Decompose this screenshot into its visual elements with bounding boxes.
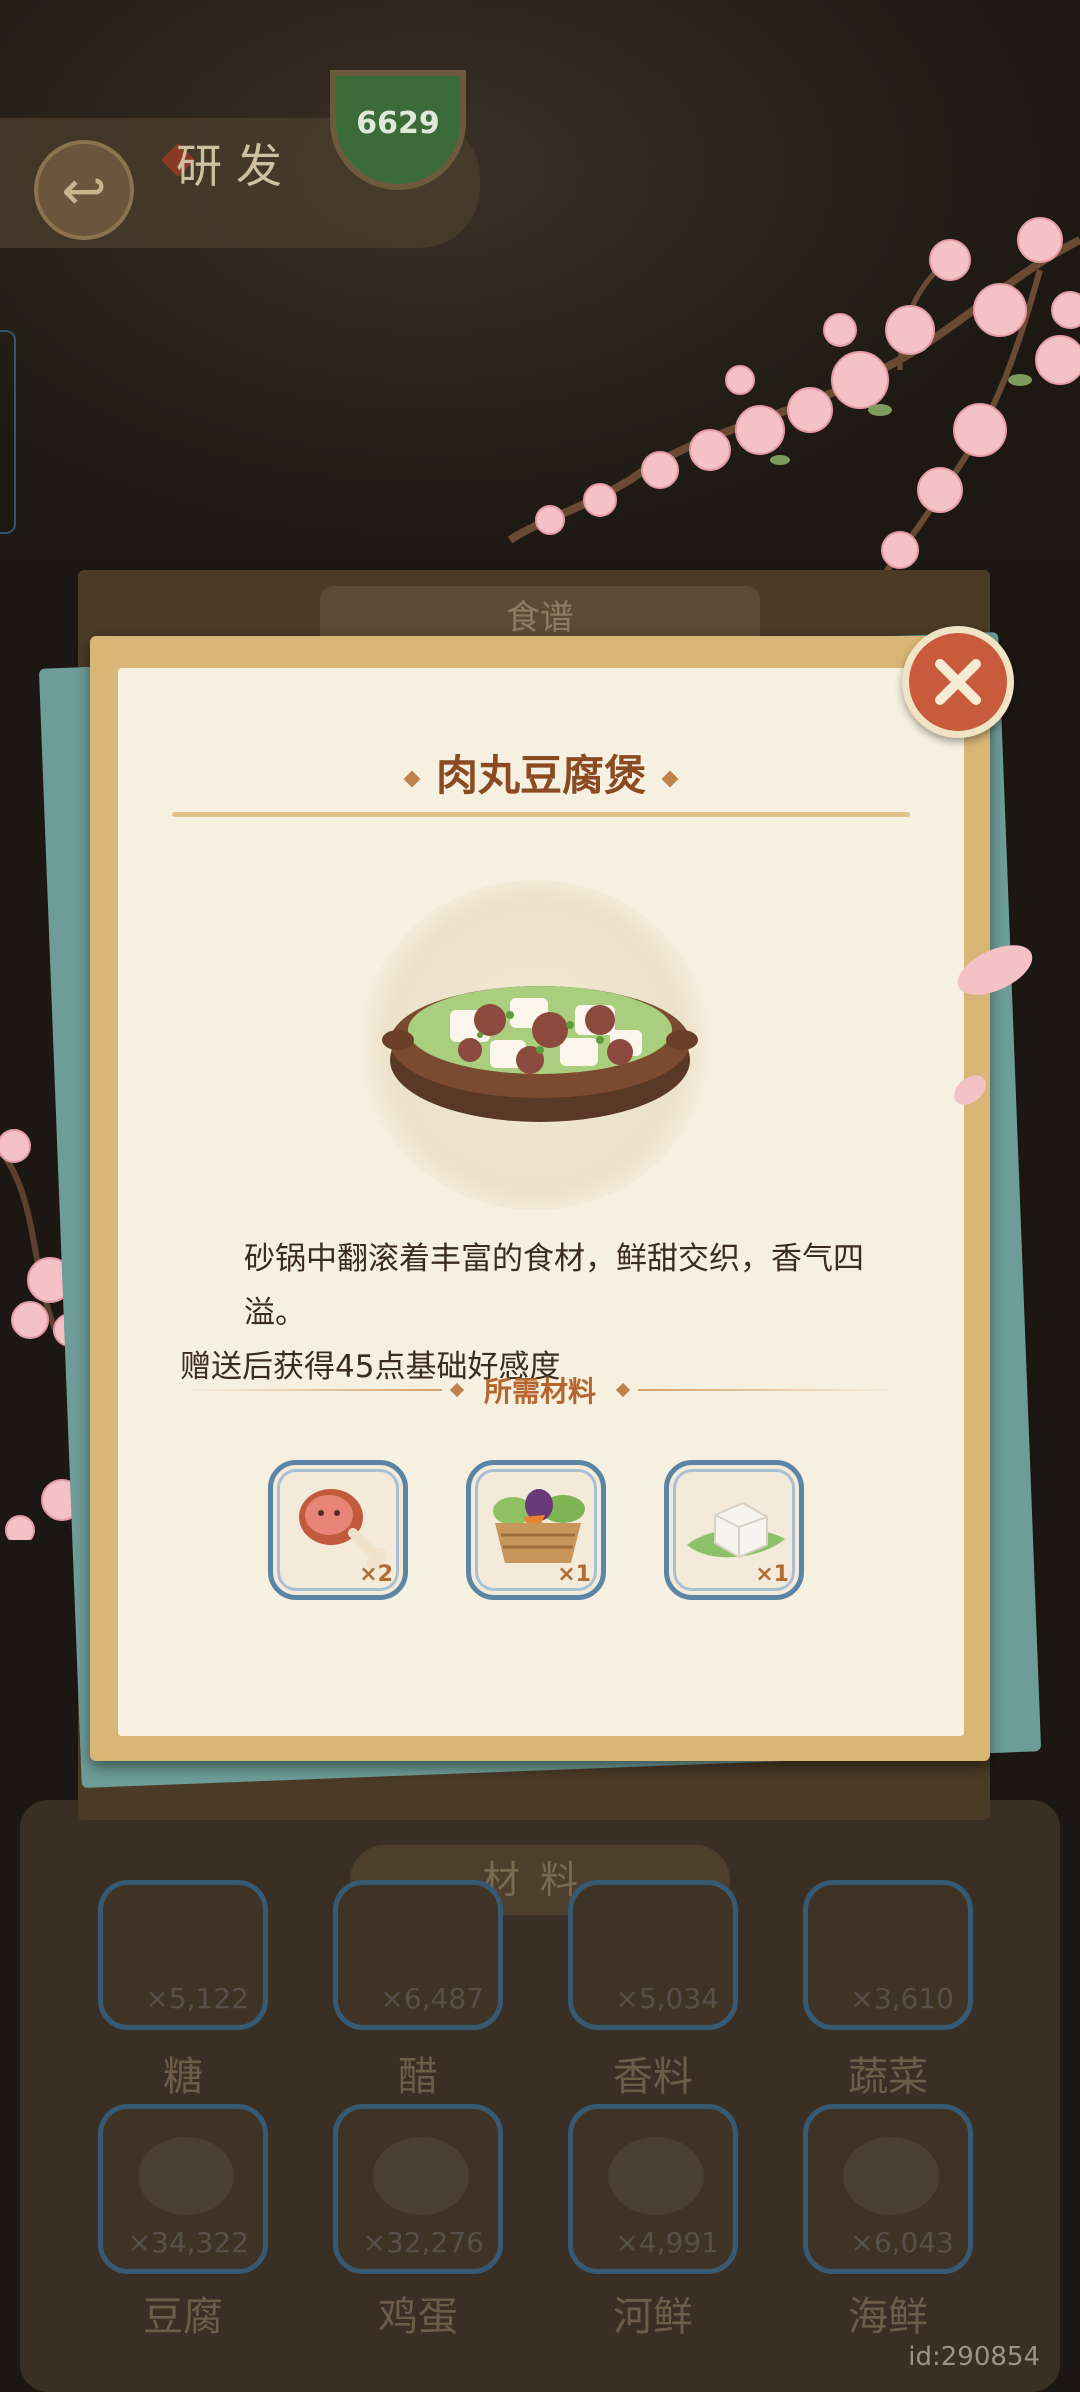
egg-icon <box>373 2137 469 2215</box>
ingredient-qty: ×1 <box>557 1562 591 1587</box>
recipe-name: 肉丸豆腐煲 <box>435 751 646 800</box>
divider-line <box>638 1389 901 1391</box>
fish-icon <box>608 2137 704 2215</box>
material-count: ×32,276 <box>362 2226 484 2259</box>
material-cell-river-fish[interactable]: ×4,991 <box>568 2104 738 2274</box>
dish-frame <box>360 880 710 1210</box>
ingredient-slot-meat[interactable]: ×2 <box>268 1460 408 1600</box>
title-diamond-icon <box>661 770 679 788</box>
back-arrow-icon: ↩ <box>61 158 107 222</box>
material-name: 豆腐 <box>143 2294 223 2340</box>
material-count: ×34,322 <box>127 2226 249 2259</box>
material-cell-egg[interactable]: ×32,276 <box>333 2104 503 2274</box>
material-count: ×5,122 <box>145 1982 249 2015</box>
background-scene <box>0 0 1080 560</box>
material-cell-tofu[interactable]: ×34,322 <box>98 2104 268 2274</box>
tofu-leaf-icon <box>687 1501 785 1559</box>
material-count: ×5,034 <box>615 1982 719 2015</box>
back-button[interactable]: ↩ <box>34 140 134 240</box>
tofu-icon <box>138 2137 234 2215</box>
meatball-tofu-pot-icon <box>382 986 698 1122</box>
ingredient-slot-tofu[interactable]: ×1 <box>664 1460 804 1600</box>
requirements-label: 所需材料 <box>484 1375 597 1408</box>
title-diamond-icon <box>403 770 421 788</box>
material-cell-seafood[interactable]: ×6,043 <box>803 2104 973 2274</box>
material-cell-vegetable[interactable]: ×3,610 <box>803 1880 973 2030</box>
material-name: 香料 <box>613 2054 693 2100</box>
material-name: 糖 <box>163 2054 203 2100</box>
material-name: 海鲜 <box>848 2294 928 2340</box>
close-icon <box>935 659 981 705</box>
id-label: id:290854 <box>908 2342 1040 2372</box>
divider-line <box>180 1389 442 1391</box>
material-count: ×4,991 <box>615 2226 719 2259</box>
requirements-divider: 所需材料 <box>180 1368 901 1412</box>
divider-diamond-icon <box>449 1382 465 1398</box>
material-cell-sugar[interactable]: ×5,122 <box>98 1880 268 2030</box>
material-name: 醋 <box>398 2054 438 2100</box>
page-title: 研发 <box>176 139 296 193</box>
title-divider <box>172 812 910 817</box>
material-name: 蔬菜 <box>848 2054 928 2100</box>
divider-diamond-icon <box>615 1382 631 1398</box>
material-count: ×6,043 <box>850 2226 954 2259</box>
meat-drumstick-icon <box>299 1489 387 1570</box>
close-button[interactable] <box>902 626 1014 738</box>
ingredient-slot-vegetables[interactable]: ×1 <box>466 1460 606 1600</box>
material-name: 鸡蛋 <box>378 2294 458 2340</box>
material-cell-spice[interactable]: ×5,034 <box>568 1880 738 2030</box>
ingredient-qty: ×2 <box>359 1562 393 1587</box>
vegetable-basket-icon <box>493 1489 585 1563</box>
material-count: ×3,610 <box>850 1982 954 2015</box>
material-name: 河鲜 <box>613 2294 693 2340</box>
material-count: ×6,487 <box>380 1982 484 2015</box>
ingredient-qty: ×1 <box>755 1562 789 1587</box>
side-tab[interactable] <box>0 330 16 534</box>
recipe-description-line1: 砂锅中翻滚着丰富的食材，鲜甜交织，香气四溢。 <box>244 1241 864 1331</box>
recipe-title: 肉丸豆腐煲 <box>118 742 964 803</box>
seafood-icon <box>843 2137 939 2215</box>
material-cell-vinegar[interactable]: ×6,487 <box>333 1880 503 2030</box>
